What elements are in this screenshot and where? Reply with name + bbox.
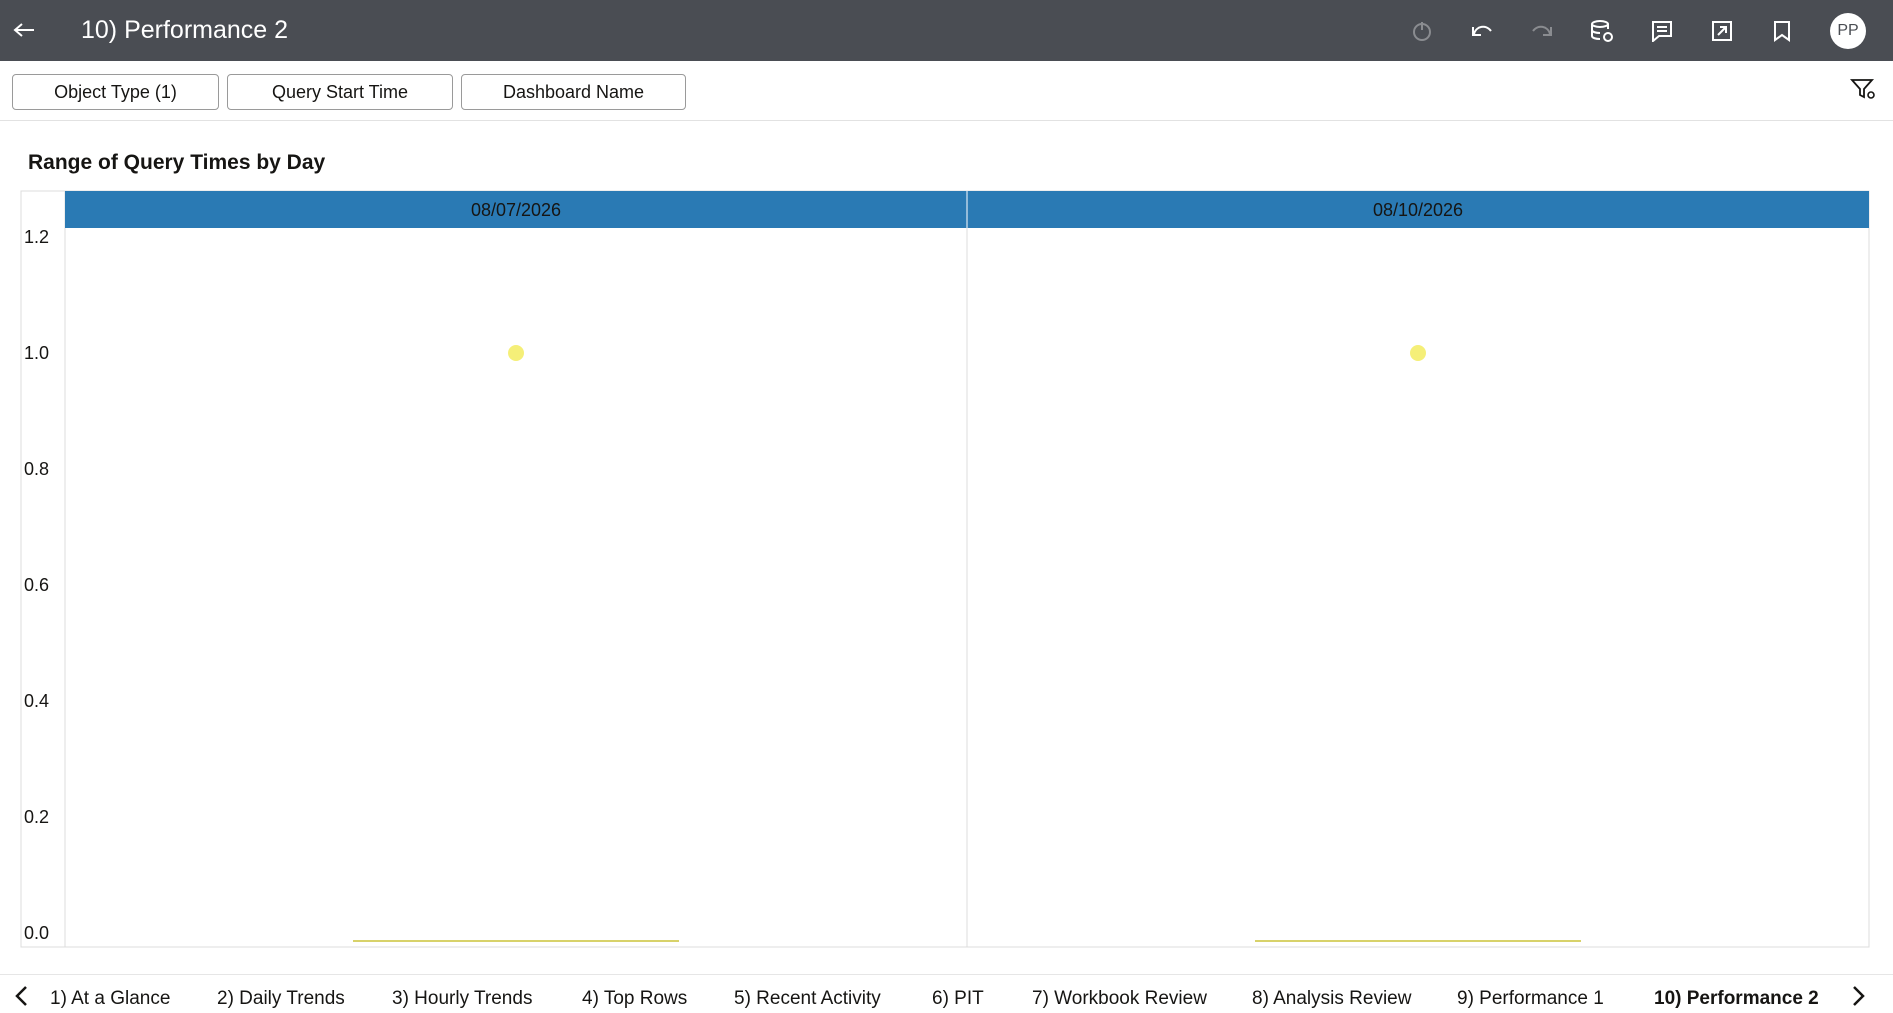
y-tick-label: 0.4	[24, 691, 49, 711]
canvas-tab[interactable]: 1) At a Glance	[50, 988, 170, 1010]
data-point	[1410, 345, 1426, 361]
canvas-tab[interactable]: 6) PIT	[932, 988, 984, 1010]
panel-header-label: 08/07/2026	[471, 200, 561, 220]
canvas-tab[interactable]: 2) Daily Trends	[217, 988, 345, 1010]
canvas-tab[interactable]: 9) Performance 1	[1457, 988, 1604, 1010]
y-tick-label: 0.8	[24, 459, 49, 479]
canvas-tab[interactable]: 5) Recent Activity	[734, 988, 881, 1010]
tabs-next-icon[interactable]	[1846, 984, 1874, 1012]
panel-header-label: 08/10/2026	[1373, 200, 1463, 220]
canvas-tab[interactable]: 8) Analysis Review	[1252, 988, 1411, 1010]
y-tick-label: 0.0	[24, 923, 49, 943]
chart-area: 1.2 1.0 0.8 0.6 0.4 0.2 0.0 08/07/2026 08/10/202…	[20, 190, 1870, 948]
data-point	[508, 345, 524, 361]
canvas-tab[interactable]: 4) Top Rows	[582, 988, 687, 1010]
y-tick-label: 0.6	[24, 575, 49, 595]
canvas-tab[interactable]: 3) Hourly Trends	[392, 988, 532, 1010]
tabs-prev-icon[interactable]	[10, 984, 38, 1012]
chart-frame	[20, 190, 1870, 948]
canvas-tab[interactable]: 7) Workbook Review	[1032, 988, 1207, 1010]
y-tick-label: 0.2	[24, 807, 49, 827]
y-tick-label: 1.2	[24, 227, 49, 247]
canvas-tab[interactable]: 10) Performance 2	[1654, 988, 1819, 1010]
y-tick-label: 1.0	[24, 343, 49, 363]
